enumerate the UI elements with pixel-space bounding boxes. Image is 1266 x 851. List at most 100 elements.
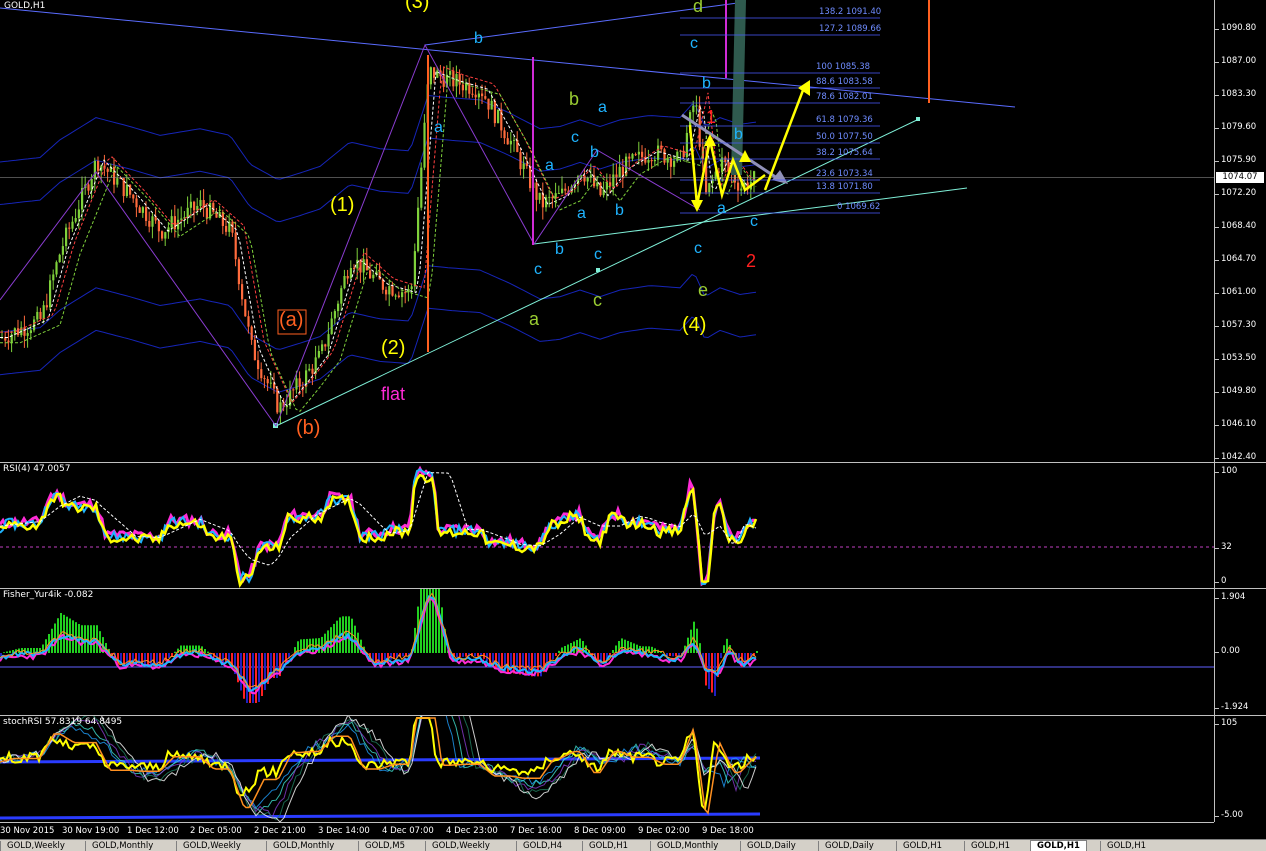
fisher-bar-up	[567, 645, 569, 654]
chart-title: GOLD,H1	[4, 1, 45, 11]
candle-body	[270, 383, 272, 384]
candle-body	[481, 94, 483, 97]
wave-label-c-b-top: b	[474, 31, 483, 47]
fisher-bar-down	[555, 653, 557, 656]
candle-body	[641, 152, 643, 157]
price-tick: 1079.60	[1221, 122, 1256, 132]
candle-body	[327, 334, 329, 346]
envelope-line	[0, 96, 756, 180]
candle-body	[267, 379, 269, 383]
candle-body	[494, 101, 496, 123]
fib-label: 138.2 1091.40	[819, 8, 881, 17]
candle-body	[27, 333, 29, 336]
fisher-bar-down	[465, 653, 467, 657]
fib-label: 61.8 1079.36	[816, 116, 873, 125]
price-tick: 1083.30	[1221, 89, 1256, 99]
candle-body	[340, 288, 342, 303]
chart-tabs-bar: GOLD,WeeklyGOLD,MonthlyGOLD,WeeklyGOLD,M…	[0, 839, 1266, 851]
wave-label-c-c-top: c	[690, 36, 698, 52]
candle-body	[683, 151, 685, 157]
candle-body	[87, 184, 89, 190]
candle-body	[510, 141, 512, 145]
candle-body	[276, 389, 278, 413]
candle-body	[462, 85, 464, 91]
fisher-bar-up	[423, 589, 425, 653]
fisher-tick: 0.00	[1221, 646, 1240, 656]
stochrsi-tick: -5.00	[1221, 810, 1243, 820]
fisher-bar-down	[165, 653, 167, 661]
candle-body	[622, 167, 624, 176]
time-tick: 4 Dec 23:00	[446, 826, 498, 836]
candle-body	[62, 246, 64, 255]
main-chart-pane[interactable]: GOLD,H1 138.2 1091.40127.2 1089.66100 10…	[0, 0, 1214, 462]
candle-body	[78, 209, 80, 218]
stochrsi-title: stochRSI 57.8319 64.8495	[3, 717, 122, 727]
candle-body	[107, 169, 109, 172]
candle-body	[39, 312, 41, 319]
candle-body	[430, 67, 432, 84]
envelope-bands	[0, 96, 756, 392]
price-axis[interactable]: 1074.07 1090.801087.001083.301079.601075…	[1214, 0, 1266, 462]
moving-averages	[0, 67, 756, 411]
fisher-pane[interactable]: Fisher_Yur4ik -0.082	[0, 589, 1214, 715]
candle-body	[132, 195, 134, 199]
candle-body	[145, 207, 147, 221]
wave-label-c-c-low1: c	[534, 262, 542, 278]
candle-body	[68, 228, 70, 229]
candle-body	[126, 185, 128, 196]
candle-body	[142, 207, 144, 213]
fisher-bar-up	[612, 650, 614, 653]
stochrsi-axis: 105 -5.00	[1214, 716, 1266, 822]
time-axis[interactable]: 30 Nov 201530 Nov 19:001 Dec 12:002 Dec …	[0, 822, 1214, 840]
candle-body	[740, 189, 742, 191]
fisher-bar-down	[138, 653, 140, 665]
forecast-arrow-head	[798, 80, 810, 96]
candle-body	[471, 94, 473, 95]
fisher-bar-up	[174, 652, 176, 653]
candle-body	[171, 216, 173, 227]
rsi-canvas	[0, 463, 1214, 588]
fisher-bar-down	[537, 653, 539, 676]
candle-body	[158, 220, 160, 231]
fisher-bar-down	[672, 653, 674, 656]
candle-body	[36, 312, 38, 320]
fisher-bar-up	[207, 652, 209, 653]
candle-body	[318, 351, 320, 357]
chart-tab[interactable]: GOLD,H1	[1030, 840, 1087, 851]
wave-label-flat: flat	[381, 385, 405, 403]
candle-body	[151, 216, 153, 226]
fisher-bar-down	[507, 653, 509, 673]
wave-label-c-b-r: b	[734, 127, 743, 143]
fisher-bar-up	[6, 652, 8, 654]
candle-body	[523, 163, 525, 169]
candle-body	[459, 74, 461, 85]
wave-label-c-b-mid: b	[590, 145, 599, 161]
candle-body	[263, 378, 265, 379]
candle-body	[529, 166, 531, 188]
price-tick: 1061.00	[1221, 287, 1256, 297]
candle-body	[395, 296, 397, 297]
candle-body	[433, 67, 435, 78]
candle-body	[49, 280, 51, 307]
fisher-bar-down	[171, 653, 173, 656]
candle-body	[657, 146, 659, 160]
fisher-bar-up	[33, 648, 35, 653]
wave-label-c-c-low2: c	[594, 247, 602, 263]
candle-body	[199, 200, 201, 206]
wave-label-d: d	[693, 0, 703, 15]
price-tick: 1072.20	[1221, 188, 1256, 198]
fisher-bar-down	[168, 653, 170, 658]
candle-body	[449, 71, 451, 75]
price-chart-canvas[interactable]	[0, 0, 1214, 462]
rsi-pane[interactable]: RSI(4) 47.0057	[0, 463, 1214, 588]
candle-body	[414, 251, 416, 286]
forecast-arrows	[690, 80, 810, 212]
stochrsi-pane[interactable]: stochRSI 57.8319 64.8495	[0, 716, 1214, 822]
candle-body	[686, 133, 688, 157]
candle-body	[23, 327, 25, 336]
candle-body	[161, 231, 163, 238]
candle-body	[503, 130, 505, 138]
candle-body	[347, 276, 349, 278]
candle-body	[513, 140, 515, 141]
candle-body	[580, 176, 582, 177]
